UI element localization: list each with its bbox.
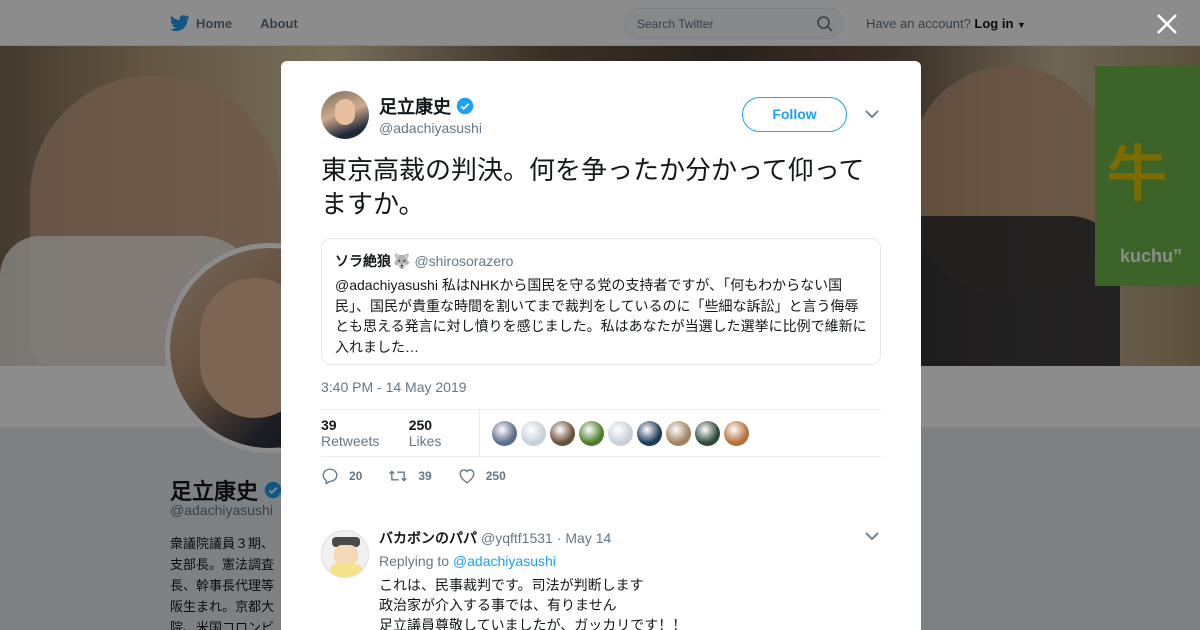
retweet-icon [389, 470, 408, 482]
likes-stat[interactable]: 250 Likes [409, 417, 467, 449]
likes-count: 250 [408, 417, 433, 433]
retweet-count: 39 [418, 469, 432, 483]
author-avatar[interactable] [321, 91, 369, 139]
reply-header: バカボンのパパ @yqftf1531 · May 14 [379, 528, 611, 548]
author-name-text: 足立康史 [379, 97, 451, 117]
heart-icon [459, 469, 475, 484]
replying-to-link[interactable]: @adachiyasushi [453, 553, 556, 569]
retweets-stat[interactable]: 39 Retweets [321, 417, 397, 449]
follow-button[interactable]: Follow [742, 97, 847, 132]
reply-line: 政治家が介入する事では、有りません [379, 597, 617, 613]
reply-avatar[interactable] [321, 530, 369, 578]
reply-icon [322, 468, 338, 485]
liker-avatar[interactable] [579, 420, 604, 446]
tweet-stats: 39 Retweets 250 Likes [321, 409, 881, 457]
chevron-down-icon[interactable] [865, 531, 879, 541]
tweet-text: 東京高裁の判決。何を争ったか分かって仰ってますか。 [321, 155, 865, 219]
quoted-author-name: ソラ絶狼 [335, 253, 391, 269]
reply-text: これは、民事裁判です。司法が判断します 政治家が介入する事では、有りません 足立… [379, 575, 686, 630]
tweet-timestamp[interactable]: 3:40 PM - 14 May 2019 [321, 379, 467, 395]
reply-author-handle[interactable]: @yqftf1531 [481, 530, 553, 546]
liker-avatar[interactable] [550, 420, 575, 446]
reply-line: 足立議員尊敬していましたが、ガッカリです！！ [379, 617, 687, 630]
liker-avatar[interactable] [724, 420, 749, 446]
like-count: 250 [485, 469, 506, 483]
quoted-author-handle: @shirosorazero [414, 253, 514, 269]
author-name[interactable]: 足立康史 [379, 93, 474, 119]
tweet-actions: 20 39 250 [321, 467, 532, 485]
retweets-label: Retweets [321, 433, 380, 449]
quoted-tweet[interactable]: ソラ絶狼 🐺 @shirosorazero @adachiyasushi 私はN… [321, 238, 881, 365]
reply-date[interactable]: · May 14 [557, 530, 611, 546]
liker-avatar[interactable] [637, 420, 662, 446]
liker-avatars [492, 420, 753, 446]
likes-label: Likes [408, 433, 442, 449]
verified-badge-icon [456, 97, 474, 115]
quoted-tweet-header: ソラ絶狼 🐺 @shirosorazero [335, 251, 867, 271]
liker-avatar[interactable] [492, 420, 517, 446]
author-handle[interactable]: @adachiyasushi [379, 120, 482, 136]
liker-avatar[interactable] [521, 420, 546, 446]
chevron-down-icon[interactable] [865, 109, 879, 119]
reply-author-name[interactable]: バカボンのパパ [379, 528, 477, 548]
tweet-permalink-modal: 足立康史 @adachiyasushi Follow 東京高裁の判決。何を争った… [281, 61, 921, 630]
wolf-emoji-icon: 🐺 [393, 252, 411, 269]
retweets-count: 39 [321, 417, 337, 433]
divider [479, 410, 480, 456]
like-button[interactable]: 250 [458, 467, 506, 485]
retweet-button[interactable]: 39 [388, 467, 432, 485]
liker-avatar[interactable] [666, 420, 691, 446]
reply-button[interactable]: 20 [321, 467, 362, 485]
close-icon[interactable] [1155, 12, 1179, 36]
reply-count: 20 [349, 469, 363, 483]
liker-avatar[interactable] [608, 420, 633, 446]
replying-to: Replying to @adachiyasushi [379, 553, 556, 569]
replying-prefix: Replying to [379, 553, 450, 569]
quoted-tweet-text: @adachiyasushi 私はNHKから国民を守る党の支持者ですが、「何もわ… [335, 277, 867, 355]
reply-line: これは、民事裁判です。司法が判断します [379, 577, 644, 593]
liker-avatar[interactable] [695, 420, 720, 446]
